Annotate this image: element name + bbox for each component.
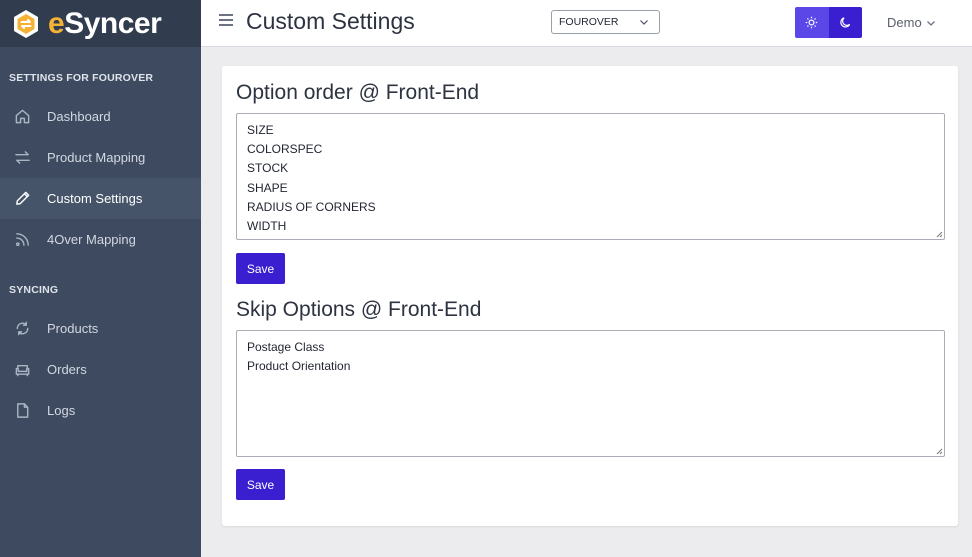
store-select-value: FOUROVER xyxy=(559,16,619,28)
chevron-down-icon xyxy=(640,20,648,25)
page-title: Custom Settings xyxy=(246,8,415,34)
light-mode-button[interactable] xyxy=(795,7,829,38)
logo-icon xyxy=(11,9,41,39)
brand-name: eSyncer xyxy=(48,6,162,41)
textarea-line: WIDTH xyxy=(247,219,287,234)
rss-icon xyxy=(13,231,31,249)
brand-name-accent: e xyxy=(48,6,65,40)
document-icon xyxy=(13,402,31,420)
save-option-order-button[interactable]: Save xyxy=(236,253,285,284)
user-menu[interactable]: Demo xyxy=(887,15,936,30)
textarea-line: COLORSPEC xyxy=(247,142,323,157)
textarea-line: STOCK xyxy=(247,161,289,176)
sidebar-item-logs[interactable]: Logs xyxy=(0,390,201,431)
skip-options-textarea[interactable]: Postage Class Product Orientation xyxy=(236,330,945,457)
sofa-icon xyxy=(13,361,31,379)
textarea-line: Postage Class xyxy=(247,340,325,354)
brand[interactable]: eSyncer xyxy=(0,0,201,47)
textarea-line: RADIUS OF CORNERS xyxy=(247,199,376,214)
sidebar-item-label: 4Over Mapping xyxy=(47,232,136,247)
resize-handle-icon[interactable] xyxy=(935,230,943,238)
sidebar-item-orders[interactable]: Orders xyxy=(0,349,201,390)
dark-mode-button[interactable] xyxy=(828,7,862,38)
sidebar-item-label: Product Mapping xyxy=(47,150,146,165)
sidebar-section-title-settings: SETTINGS FOR FOUROVER xyxy=(9,72,154,84)
chevron-down-icon xyxy=(926,20,935,26)
skip-options-heading: Skip Options @ Front-End xyxy=(236,298,482,321)
settings-card: Option order @ Front-End SIZE COLORSPEC … xyxy=(222,66,958,526)
resize-handle-icon[interactable] xyxy=(935,447,943,455)
save-skip-options-button[interactable]: Save xyxy=(236,469,285,500)
textarea-line: SIZE xyxy=(247,123,274,137)
sun-icon xyxy=(805,16,818,29)
pencil-icon xyxy=(13,190,31,208)
option-order-heading: Option order @ Front-End xyxy=(236,81,480,104)
sidebar-section-title-syncing: SYNCING xyxy=(9,284,59,296)
sidebar-item-product-mapping[interactable]: Product Mapping xyxy=(0,137,201,178)
sidebar-item-dashboard[interactable]: Dashboard xyxy=(0,96,201,137)
sidebar-item-label: Orders xyxy=(47,362,87,377)
theme-toggle xyxy=(795,7,862,38)
sidebar-item-label: Custom Settings xyxy=(47,191,143,206)
top-header: Custom Settings FOUROVER Demo xyxy=(201,0,972,47)
option-order-textarea[interactable]: SIZE COLORSPEC STOCK SHAPE RADIUS OF COR… xyxy=(236,113,945,240)
textarea-line: Product Orientation xyxy=(247,359,351,374)
sidebar-item-label: Logs xyxy=(47,403,76,418)
menu-icon[interactable] xyxy=(219,14,233,28)
sidebar-item-label: Dashboard xyxy=(47,109,111,124)
user-name: Demo xyxy=(887,15,922,30)
brand-name-rest: Syncer xyxy=(64,6,162,40)
store-select[interactable]: FOUROVER xyxy=(551,10,660,34)
sidebar: eSyncer SETTINGS FOR FOUROVER Dashboard … xyxy=(0,0,201,557)
sidebar-item-label: Products xyxy=(47,321,99,336)
textarea-line: SHAPE xyxy=(247,180,288,195)
sidebar-item-products[interactable]: Products xyxy=(0,308,201,349)
sync-icon xyxy=(13,320,31,338)
moon-icon xyxy=(840,17,850,28)
sidebar-item-custom-settings[interactable]: Custom Settings xyxy=(0,178,201,219)
sidebar-item-4over-mapping[interactable]: 4Over Mapping xyxy=(0,219,201,260)
home-icon xyxy=(13,108,31,126)
arrows-exchange-icon xyxy=(13,149,31,167)
